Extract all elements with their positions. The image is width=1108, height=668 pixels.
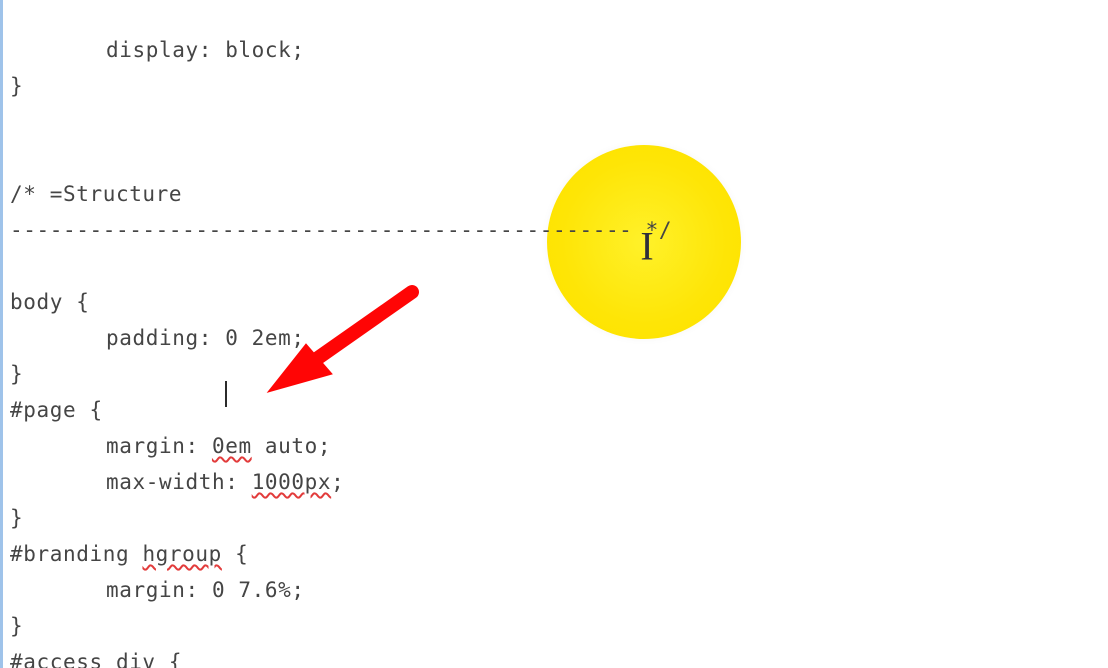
spell-error: 1000px <box>252 470 331 494</box>
code-line: } <box>10 362 23 386</box>
code-line: } <box>10 614 23 638</box>
spell-error: hgroup <box>142 542 221 566</box>
code-line: padding: 0 2em; <box>10 326 305 350</box>
code-line: } <box>10 506 23 530</box>
code-line: #access div { <box>10 650 182 668</box>
code-line: margin: 0 7.6%; <box>10 578 305 602</box>
code-line: #branding hgroup { <box>10 542 248 566</box>
code-block[interactable]: display: block; } /* =Structure --------… <box>10 0 672 668</box>
left-rule <box>0 0 3 668</box>
editor-viewport: I display: block; } /* =Structure ------… <box>0 0 1108 668</box>
code-line: display: block; <box>10 38 305 62</box>
spell-error: 0em <box>212 434 252 458</box>
insertion-caret <box>225 381 227 407</box>
code-line: /* =Structure <box>10 182 182 206</box>
code-line: margin: 0em auto; <box>10 434 331 458</box>
code-line: max-width: 1000px; <box>10 470 344 494</box>
code-line: ----------------------------------------… <box>10 218 672 242</box>
code-line: body { <box>10 290 89 314</box>
code-line: #page { <box>10 398 103 422</box>
code-line: } <box>10 74 23 98</box>
